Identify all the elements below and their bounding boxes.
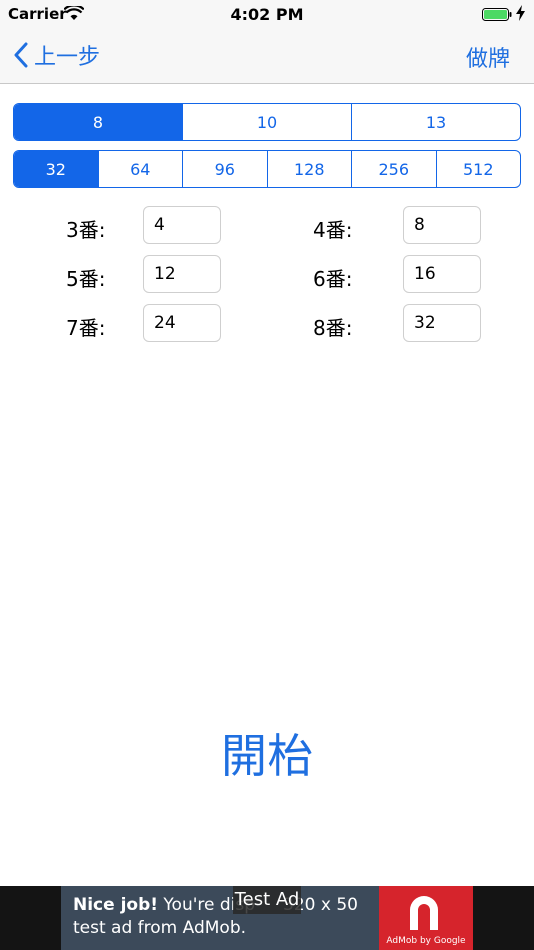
base-value-segmented-control: 32 64 96 128 256 512 — [13, 150, 521, 188]
ad-body-line2: test ad from AdMob. — [73, 918, 247, 938]
ad-text: Nice job! You're disp 320 x 50 test ad fr… — [73, 894, 373, 940]
admob-logo-text: AdMob by Google — [386, 936, 466, 946]
segment-8[interactable]: 8 — [14, 104, 182, 140]
fan-4-input[interactable] — [403, 206, 481, 244]
segment-512[interactable]: 512 — [435, 151, 521, 187]
ad-headline: Nice job! — [73, 895, 159, 915]
fan-5-input[interactable] — [143, 255, 221, 293]
fan-8-input[interactable] — [403, 304, 481, 342]
navigation-bar: 上一步 做牌 — [0, 30, 534, 84]
clock: 4:02 PM — [230, 5, 304, 24]
admob-logo: AdMob by Google — [379, 886, 473, 950]
segment-128[interactable]: 128 — [266, 151, 352, 187]
segment-13[interactable]: 13 — [351, 104, 520, 140]
segment-64[interactable]: 64 — [97, 151, 183, 187]
start-game-button[interactable]: 開枱 — [0, 720, 534, 786]
back-button[interactable]: 上一步 — [14, 38, 100, 72]
battery-icon — [482, 8, 512, 21]
segment-256[interactable]: 256 — [351, 151, 436, 187]
test-ad-badge: Test Ad — [233, 886, 301, 914]
fan-5-label: 5番: — [66, 267, 106, 291]
segment-10[interactable]: 10 — [182, 104, 351, 140]
segment-32[interactable]: 32 — [14, 151, 98, 187]
segment-96[interactable]: 96 — [182, 151, 267, 187]
fan-8-label: 8番: — [313, 316, 353, 340]
fan-3-input[interactable] — [143, 206, 221, 244]
fan-4-label: 4番: — [313, 218, 353, 242]
fan-7-label: 7番: — [66, 316, 106, 340]
deal-button[interactable]: 做牌 — [466, 41, 510, 73]
status-bar: Carrier 4:02 PM — [0, 0, 534, 30]
fan-3-label: 3番: — [66, 218, 106, 242]
fan-6-input[interactable] — [403, 255, 481, 293]
back-button-label: 上一步 — [34, 45, 101, 70]
fan-6-label: 6番: — [313, 267, 353, 291]
admob-logo-icon — [410, 896, 438, 930]
fan-7-input[interactable] — [143, 304, 221, 342]
chevron-left-icon — [14, 42, 28, 68]
charging-icon — [516, 5, 525, 21]
max-fan-segmented-control: 8 10 13 — [13, 103, 521, 141]
